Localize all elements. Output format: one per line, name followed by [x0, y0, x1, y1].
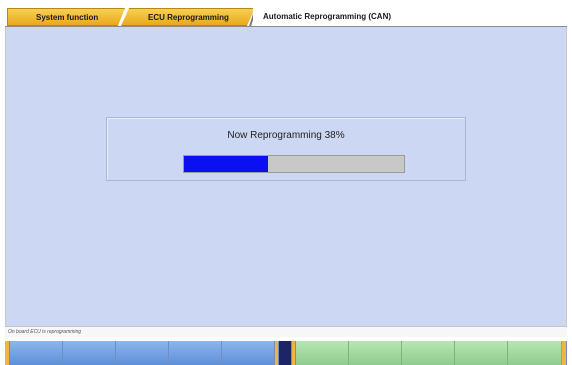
fkey-right-edge: [562, 341, 567, 365]
function-key-3[interactable]: [116, 341, 169, 365]
status-text: On board ECU is reprogramming: [8, 329, 82, 335]
function-key-2[interactable]: [63, 341, 116, 365]
tab-automatic-reprogramming[interactable]: Automatic Reprogramming (CAN): [253, 8, 567, 26]
tab-bar: System function ECU Reprogramming Automa…: [5, 5, 567, 27]
function-key-8[interactable]: [402, 341, 455, 365]
function-key-bar: [5, 341, 567, 365]
fkey-group-gap: [279, 341, 292, 365]
function-key-9[interactable]: [455, 341, 508, 365]
main-content-area: Now Reprogramming 38%: [5, 27, 567, 326]
app-window: System function ECU Reprogramming Automa…: [0, 0, 572, 365]
function-key-7[interactable]: [349, 341, 402, 365]
tab-automatic-reprogramming-label: Automatic Reprogramming (CAN): [263, 12, 392, 21]
tab-ecu-reprogramming-label: ECU Reprogramming: [148, 13, 229, 22]
function-key-10[interactable]: [508, 341, 562, 365]
function-key-6[interactable]: [296, 341, 349, 365]
function-key-1[interactable]: [10, 341, 63, 365]
reprogramming-progress-panel: Now Reprogramming 38%: [106, 117, 466, 181]
tab-ecu-reprogramming[interactable]: ECU Reprogramming: [121, 8, 255, 26]
function-key-5[interactable]: [222, 341, 275, 365]
progress-message: Now Reprogramming 38%: [227, 130, 345, 141]
tab-system-function-label: System function: [36, 13, 99, 22]
status-bar: On board ECU is reprogramming: [5, 326, 567, 337]
function-key-4[interactable]: [169, 341, 222, 365]
progress-bar-fill: [184, 156, 268, 172]
tab-system-function[interactable]: System function: [7, 8, 125, 26]
progress-bar: [183, 155, 405, 173]
